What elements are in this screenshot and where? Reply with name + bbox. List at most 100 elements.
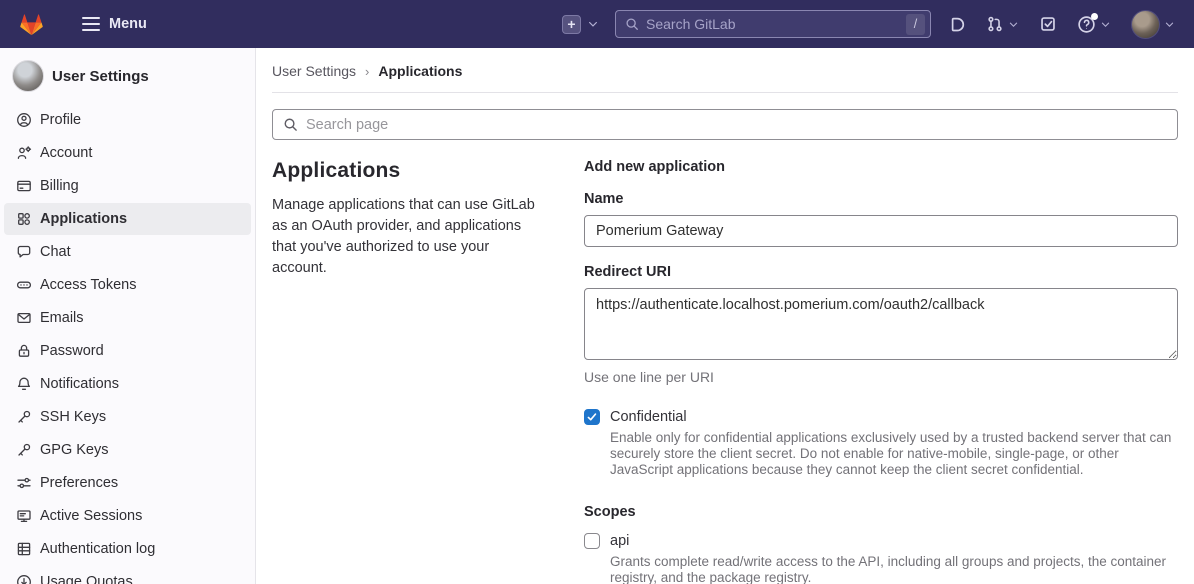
sidebar-item-label: Usage Quotas — [40, 574, 133, 584]
scope-checkbox[interactable] — [584, 533, 600, 549]
redirect-uri-label: Redirect URI — [584, 263, 1178, 281]
password-icon — [16, 343, 32, 359]
sidebar-item-label: Preferences — [40, 475, 118, 491]
scope-description: Grants complete read/write access to the… — [610, 554, 1178, 584]
chevron-down-icon — [1008, 19, 1019, 30]
sidebar-item-label: Authentication log — [40, 541, 155, 557]
name-label: Name — [584, 190, 1178, 208]
page-search[interactable] — [272, 109, 1178, 140]
application-name-input[interactable] — [584, 215, 1178, 247]
sidebar-item-label: Notifications — [40, 376, 119, 392]
notifications-icon — [16, 376, 32, 392]
sidebar-item-password[interactable]: Password — [4, 335, 251, 367]
sidebar-item-label: Chat — [40, 244, 71, 260]
form-heading: Add new application — [584, 158, 1178, 176]
sidebar-nav: Profile Account Billing Applications — [0, 104, 255, 584]
sidebar-item-label: Account — [40, 145, 92, 161]
page-search-input[interactable] — [306, 117, 1167, 133]
user-menu-button[interactable] — [1128, 7, 1178, 42]
sidebar-item-profile[interactable]: Profile — [4, 104, 251, 136]
settings-sidebar: User Settings Profile Account Billing — [0, 48, 256, 584]
sidebar-item-notifications[interactable]: Notifications — [4, 368, 251, 400]
issues-icon — [948, 15, 966, 33]
gitlab-logo[interactable] — [16, 9, 46, 39]
scope-label[interactable]: api — [610, 531, 629, 551]
sidebar-item-label: Billing — [40, 178, 79, 194]
sidebar-item-chat[interactable]: Chat — [4, 236, 251, 268]
redirect-uri-hint: Use one line per URI — [584, 369, 1178, 385]
sidebar-item-access-tokens[interactable]: Access Tokens — [4, 269, 251, 301]
sidebar-item-label: Password — [40, 343, 104, 359]
gitlab-tanuki-icon — [18, 11, 45, 38]
scopes-list: api Grants complete read/write access to… — [584, 531, 1178, 584]
global-search[interactable]: / — [615, 10, 931, 38]
sidebar-title: User Settings — [52, 68, 149, 85]
breadcrumb: User Settings › Applications — [272, 48, 1178, 93]
help-button[interactable] — [1074, 12, 1114, 37]
sidebar-item-usage-quotas[interactable]: Usage Quotas — [4, 566, 251, 584]
merge-requests-button[interactable] — [983, 12, 1022, 36]
main-content: User Settings › Applications Application… — [256, 48, 1194, 584]
hamburger-icon — [82, 17, 100, 31]
sidebar-header: User Settings — [0, 56, 255, 96]
top-navbar: Menu + / — [0, 0, 1194, 48]
confidential-description: Enable only for confidential application… — [610, 430, 1178, 478]
access-tokens-icon — [16, 277, 32, 293]
sidebar-item-active-sessions[interactable]: Active Sessions — [4, 500, 251, 532]
sidebar-item-label: SSH Keys — [40, 409, 106, 425]
sidebar-item-applications[interactable]: Applications — [4, 203, 251, 235]
chevron-down-icon — [1100, 19, 1111, 30]
sidebar-item-billing[interactable]: Billing — [4, 170, 251, 202]
todos-button[interactable] — [1036, 12, 1060, 36]
sidebar-item-preferences[interactable]: Preferences — [4, 467, 251, 499]
applications-icon — [16, 211, 32, 227]
menu-label: Menu — [109, 16, 147, 32]
scopes-label: Scopes — [584, 504, 1178, 520]
search-shortcut-badge: / — [906, 14, 925, 35]
user-avatar — [12, 60, 44, 92]
search-icon — [283, 117, 298, 132]
sidebar-item-label: GPG Keys — [40, 442, 109, 458]
active-sessions-icon — [16, 508, 32, 524]
sidebar-item-label: Emails — [40, 310, 84, 326]
scope-item-api: api Grants complete read/write access to… — [584, 531, 1178, 584]
sidebar-item-ssh-keys[interactable]: SSH Keys — [4, 401, 251, 433]
todos-icon — [1039, 15, 1057, 33]
menu-button[interactable]: Menu — [78, 10, 151, 38]
chevron-down-icon — [1164, 19, 1175, 30]
sidebar-item-account[interactable]: Account — [4, 137, 251, 169]
chevron-down-icon — [587, 18, 599, 30]
breadcrumb-user-settings-link[interactable]: User Settings — [272, 63, 356, 79]
breadcrumb-current: Applications — [378, 63, 462, 79]
plus-icon: + — [562, 15, 581, 34]
preferences-icon — [16, 475, 32, 491]
page-title: Applications — [272, 158, 544, 184]
sidebar-item-authentication-log[interactable]: Authentication log — [4, 533, 251, 565]
ssh-keys-icon — [16, 409, 32, 425]
sidebar-item-label: Applications — [40, 211, 127, 227]
authentication-log-icon — [16, 541, 32, 557]
issues-button[interactable] — [945, 12, 969, 36]
account-icon — [16, 145, 32, 161]
usage-quotas-icon — [16, 574, 32, 584]
confidential-checkbox[interactable] — [584, 409, 600, 425]
redirect-uri-textarea[interactable]: https://authenticate.localhost.pomerium.… — [584, 288, 1178, 360]
checkmark-icon — [586, 411, 598, 423]
sidebar-item-label: Active Sessions — [40, 508, 142, 524]
merge-requests-icon — [986, 15, 1004, 33]
page-description: Manage applications that can use GitLab … — [272, 195, 544, 279]
new-menu-button[interactable]: + — [560, 13, 601, 36]
sidebar-item-label: Profile — [40, 112, 81, 128]
breadcrumb-separator-icon: › — [365, 64, 369, 79]
section-intro: Applications Manage applications that ca… — [272, 158, 544, 584]
notification-dot — [1091, 13, 1098, 20]
sidebar-item-gpg-keys[interactable]: GPG Keys — [4, 434, 251, 466]
profile-icon — [16, 112, 32, 128]
search-icon — [625, 17, 639, 31]
chat-icon — [16, 244, 32, 260]
global-search-input[interactable] — [646, 16, 899, 32]
confidential-label[interactable]: Confidential — [610, 407, 687, 427]
sidebar-item-emails[interactable]: Emails — [4, 302, 251, 334]
user-avatar — [1131, 10, 1160, 39]
sidebar-item-label: Access Tokens — [40, 277, 136, 293]
